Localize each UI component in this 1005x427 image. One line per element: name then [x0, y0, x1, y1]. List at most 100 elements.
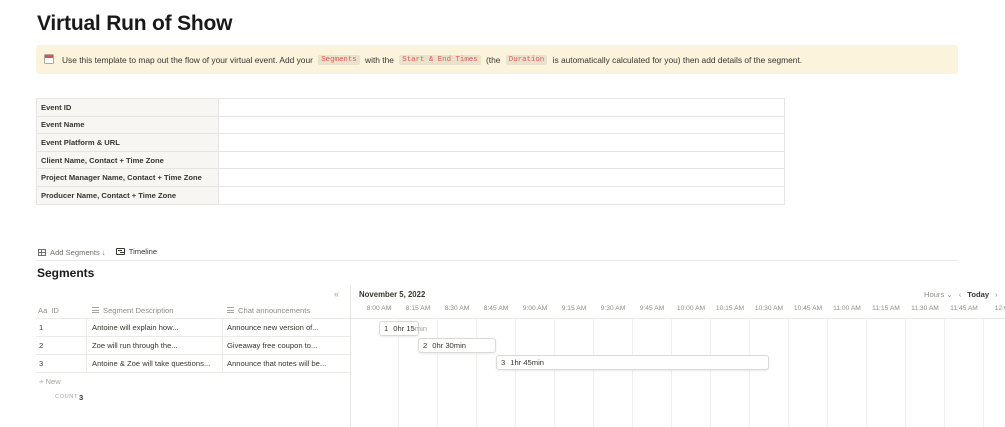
column-label: Segment Description	[103, 305, 174, 315]
row-label: Event Platform & URL	[36, 133, 219, 152]
timeline-controls: Hours ⌄ ‹ Today ›	[924, 290, 998, 299]
timeline-bar-3[interactable]: 3 1hr 45min	[496, 355, 769, 370]
table-row: Event Name	[36, 115, 785, 135]
callout-text-1: Use this template to map out the flow of…	[62, 54, 316, 65]
time-grid-line	[476, 318, 477, 427]
info-callout: Use this template to map out the flow of…	[36, 45, 958, 74]
count-label[interactable]: COUNT	[55, 394, 78, 400]
timeline-month: November 5, 2022	[359, 290, 426, 299]
time-grid-line	[827, 318, 828, 427]
row-label: Event ID	[36, 98, 219, 117]
row-chat[interactable]: Announce that notes will be...	[227, 359, 326, 368]
time-label: 8:15 AM	[405, 305, 431, 312]
callout-text-2: with the	[362, 54, 397, 65]
column-header-description[interactable]: Segment Description	[92, 303, 174, 317]
scale-select[interactable]: Hours ⌄	[924, 290, 953, 299]
time-label: 9:30 AM	[600, 305, 626, 312]
new-row-button[interactable]: + New	[39, 377, 61, 386]
tab-add-segments[interactable]: Add Segments ↓	[38, 244, 106, 261]
column-header-id[interactable]: Aa ID	[38, 303, 59, 317]
table-row: Project Manager Name, Contact + Time Zon…	[36, 168, 785, 187]
timeline-bar-2[interactable]: 2 0hr 30min	[418, 338, 496, 353]
tabs-divider	[36, 260, 958, 261]
bar-duration: 1hr 45min	[510, 358, 545, 367]
column-divider	[86, 318, 87, 372]
row-id[interactable]: 1	[39, 323, 43, 332]
table-row: Event Platform & URL	[36, 133, 785, 152]
table-icon	[38, 248, 46, 256]
row-value[interactable]	[218, 168, 785, 187]
time-label: 9:15 AM	[561, 305, 587, 312]
bar-duration: 0hr 15	[393, 324, 415, 333]
table-row: Producer Name, Contact + Time Zone	[36, 185, 785, 205]
view-tabs: Add Segments ↓ Timeline	[38, 243, 158, 261]
time-grid-line	[866, 318, 867, 427]
collapse-table-icon[interactable]: «	[334, 289, 339, 299]
time-grid-line	[749, 318, 750, 427]
segments-title: Segments	[37, 266, 95, 280]
column-label: Chat announcements	[238, 305, 311, 315]
callout-text-3: (the	[483, 54, 503, 65]
column-header-chat[interactable]: Chat announcements	[227, 303, 310, 317]
row-value[interactable]	[218, 115, 785, 135]
time-grid-line	[983, 318, 984, 427]
scale-label: Hours	[924, 290, 945, 299]
tab-timeline[interactable]: Timeline	[115, 243, 158, 261]
row-chat[interactable]: Giveaway free coupon to...	[227, 341, 317, 350]
column-label: ID	[51, 305, 59, 315]
bar-duration-fade: min	[414, 324, 428, 333]
bar-id: 1	[384, 324, 389, 333]
prev-icon[interactable]: ‹	[959, 290, 962, 299]
time-grid-line	[944, 318, 945, 427]
column-divider	[222, 318, 223, 372]
row-value[interactable]	[218, 98, 785, 117]
bar-id: 2	[423, 341, 428, 350]
time-label: 10:15 AM	[715, 305, 745, 312]
time-label: 10:00 AM	[676, 305, 706, 312]
row-label: Event Name	[36, 115, 219, 135]
row-description[interactable]: Antoine will explain how...	[92, 323, 179, 332]
event-info-table: Event ID Event Name Event Platform & URL…	[36, 98, 785, 205]
today-button[interactable]: Today	[967, 290, 989, 299]
text-property-icon	[227, 307, 234, 313]
row-description[interactable]: Zoe will run through the...	[92, 341, 178, 350]
timeline-bar-1[interactable]: 1 0hr 15 min	[379, 321, 427, 336]
time-label: 12:00	[994, 305, 1005, 312]
row-value[interactable]	[218, 185, 785, 205]
row-label: Producer Name, Contact + Time Zone	[36, 185, 219, 205]
table-row: Client Name, Contact + Time Zone	[36, 150, 785, 170]
callout-code-duration: Duration	[505, 54, 548, 65]
row-chat[interactable]: Announce new version of...	[227, 323, 319, 332]
time-label: 10:45 AM	[793, 305, 823, 312]
page-title: Virtual Run of Show	[37, 12, 233, 35]
time-label: 9:00 AM	[522, 305, 548, 312]
bar-id: 3	[501, 358, 506, 367]
row-divider	[36, 336, 351, 337]
time-label: 8:30 AM	[444, 305, 470, 312]
callout-code-times: Start & End Times	[399, 54, 481, 65]
calendar-icon	[44, 54, 56, 65]
time-grid-line	[788, 318, 789, 427]
row-id[interactable]: 2	[39, 341, 43, 350]
bar-duration: 0hr 30min	[432, 341, 467, 350]
time-grid-line	[554, 318, 555, 427]
timeline-icon	[115, 248, 125, 255]
time-label: 11:15 AM	[872, 305, 900, 312]
callout-code-segments: Segments	[318, 54, 360, 65]
time-grid-line	[671, 318, 672, 427]
time-grid-line	[437, 318, 438, 427]
row-id[interactable]: 3	[39, 359, 43, 368]
timeline-divider	[350, 286, 351, 427]
row-description[interactable]: Antoine & Zoe will take questions...	[92, 359, 210, 368]
next-icon[interactable]: ›	[995, 290, 998, 299]
row-divider	[36, 318, 1005, 319]
title-property-icon: Aa	[38, 305, 48, 315]
time-grid-line	[905, 318, 906, 427]
time-label: 8:00 AM	[366, 305, 392, 312]
row-value[interactable]	[218, 133, 785, 152]
row-value[interactable]	[218, 150, 785, 170]
time-label: 11:30 AM	[911, 305, 939, 312]
row-divider	[36, 372, 351, 373]
time-label: 8:45 AM	[483, 305, 509, 312]
time-grid-line	[710, 318, 711, 427]
